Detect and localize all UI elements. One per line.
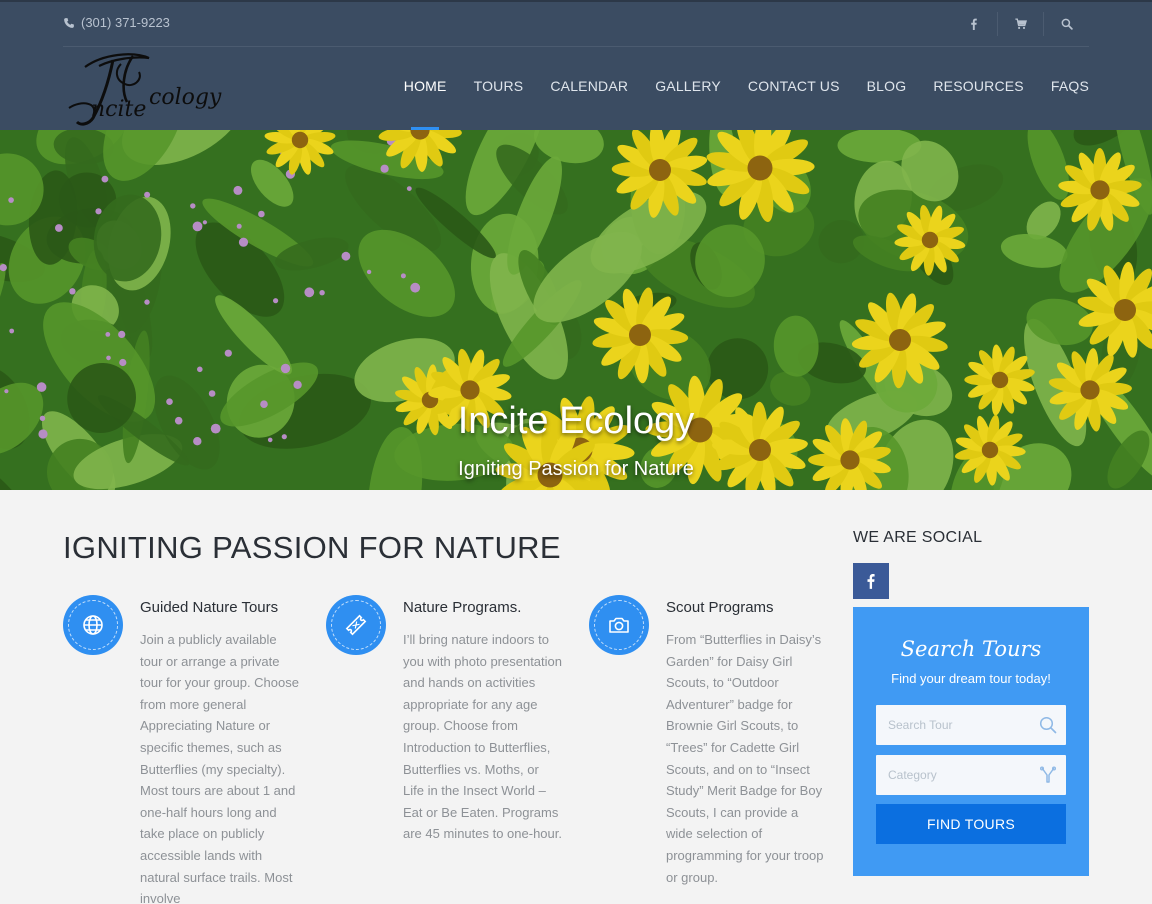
nav-item-gallery[interactable]: GALLERY <box>655 78 721 131</box>
globe-icon <box>63 595 123 655</box>
nav-item-home[interactable]: HOME <box>404 78 447 131</box>
facebook-icon[interactable] <box>951 12 997 36</box>
phone-number: (301) 371-9223 <box>81 15 170 30</box>
facebook-button[interactable] <box>853 563 889 599</box>
header: (301) 371-9223 ncite cology HOME TOURS CAL… <box>0 0 1152 131</box>
svg-text:cology: cology <box>149 85 222 110</box>
ticket-icon <box>326 595 386 655</box>
nav-item-blog[interactable]: BLOG <box>867 78 907 131</box>
search-tour-input[interactable] <box>888 718 1038 732</box>
top-icons <box>951 12 1089 36</box>
svg-text:ncite: ncite <box>91 97 146 122</box>
search-icon[interactable] <box>1043 12 1089 36</box>
category-input[interactable] <box>888 768 1038 782</box>
nav-item-contact-us[interactable]: CONTACT US <box>748 78 840 131</box>
search-panel-title: Search Tours <box>900 637 1042 661</box>
section-title: IGNITING PASSION FOR NATURE <box>63 530 561 565</box>
hero-title: Incite Ecology <box>457 400 695 442</box>
find-tours-button[interactable]: FIND TOURS <box>876 804 1066 844</box>
camera-icon <box>589 595 649 655</box>
nav-item-faqs[interactable]: FAQS <box>1051 78 1089 131</box>
magnifier-icon <box>1039 716 1057 734</box>
feature-title: Guided Nature Tours <box>140 599 279 616</box>
phone-icon <box>64 17 74 28</box>
cart-icon[interactable] <box>997 12 1043 36</box>
hero-banner: Incite Ecology Igniting Passion for Natu… <box>0 130 1152 490</box>
feature-title: Nature Programs. <box>403 599 522 616</box>
phone-contact[interactable]: (301) 371-9223 <box>63 15 170 30</box>
nav-item-calendar[interactable]: CALENDAR <box>550 78 628 131</box>
social-title: WE ARE SOCIAL <box>853 529 983 546</box>
facebook-icon <box>867 574 875 589</box>
search-panel-subtitle: Find your dream tour today! <box>891 671 1051 686</box>
main-nav: HOME TOURS CALENDAR GALLERY CONTACT US BLOG RE… <box>404 78 1089 131</box>
header-divider <box>63 46 1089 47</box>
category-field <box>876 755 1066 795</box>
nav-item-resources[interactable]: RESOURCES <box>933 78 1023 131</box>
nav-item-tours[interactable]: TOURS <box>474 78 524 131</box>
filter-icon <box>1040 766 1057 783</box>
feature-description: I’ll bring nature indoors to you with ph… <box>403 632 562 842</box>
feature-description: Join a publicly available tour or arrang… <box>140 632 299 904</box>
search-tour-field <box>876 705 1066 745</box>
search-tours-panel: Search Tours Find your dream tour today!… <box>853 607 1089 876</box>
feature-title: Scout Programs <box>666 599 774 616</box>
hero-subtitle: Igniting Passion for Nature <box>458 458 694 480</box>
site-logo[interactable]: ncite cology <box>63 50 241 126</box>
feature-description: From “Butterflies in Daisy’s Garden” for… <box>666 632 824 885</box>
